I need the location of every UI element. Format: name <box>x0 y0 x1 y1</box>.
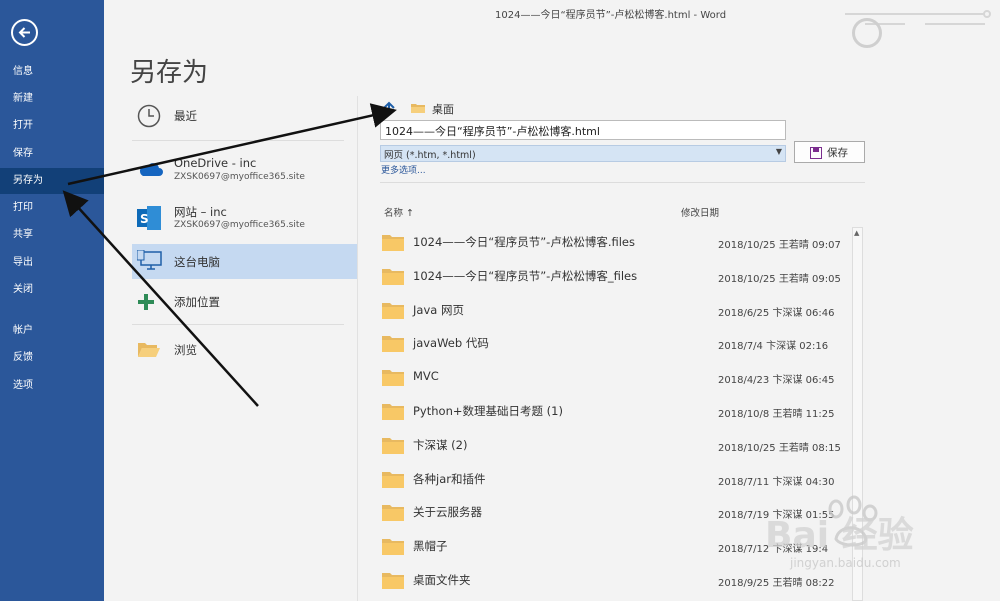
annotation-arrow <box>67 103 397 186</box>
annotation-arrow <box>62 190 259 407</box>
annotation-arrows <box>62 103 397 407</box>
